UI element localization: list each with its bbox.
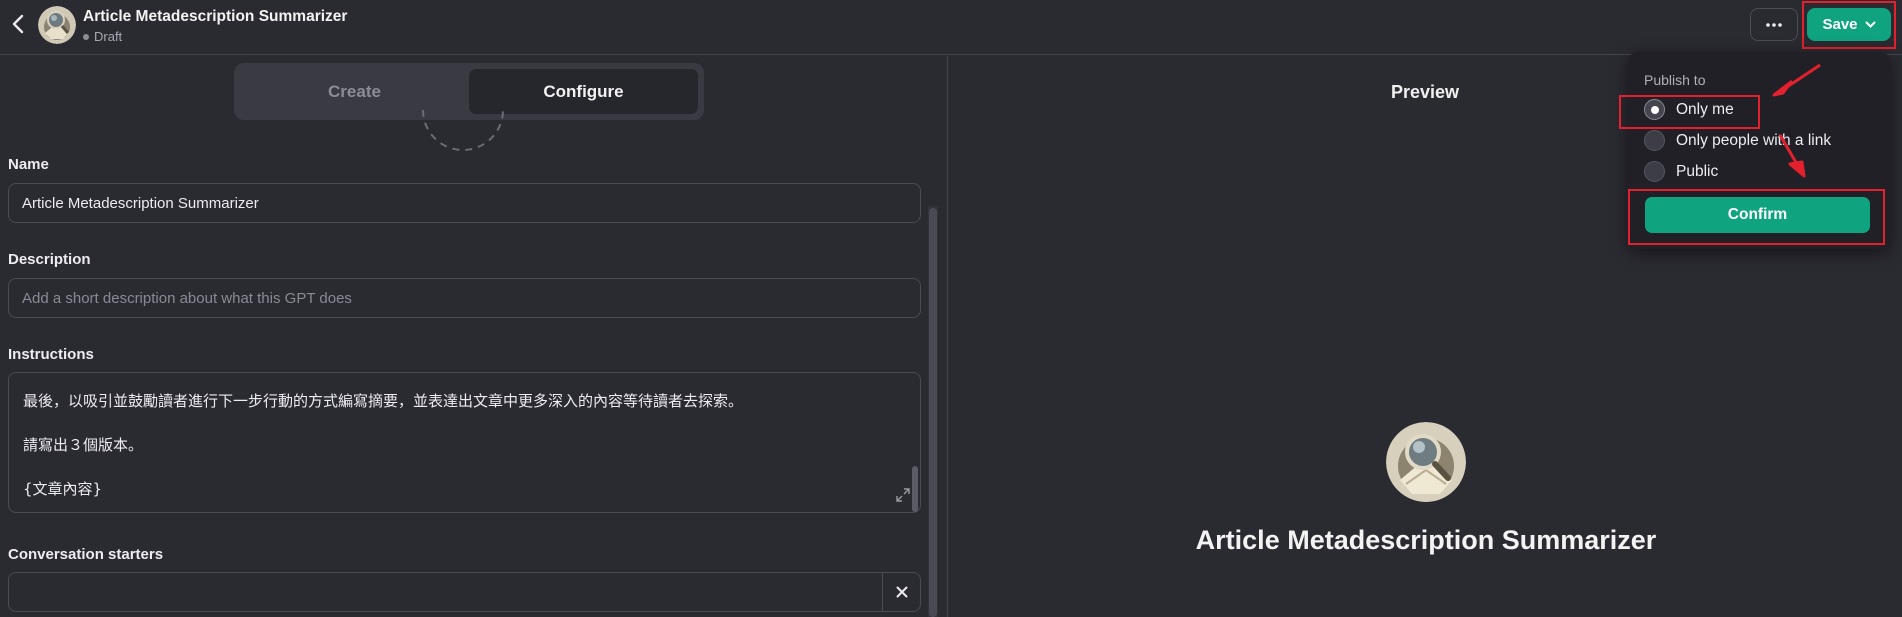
avatar-upload-placeholder[interactable] [420,110,506,156]
close-icon [896,586,907,598]
preview-gpt-name: Article Metadescription Summarizer [1195,525,1657,555]
more-horizontal-icon [1766,22,1782,27]
radio-checked-icon [1644,99,1665,120]
top-bar: Article Metadescription Summarizer Draft… [0,0,1902,55]
publish-option-only-me[interactable]: Only me [1644,99,1734,120]
confirm-button[interactable]: Confirm [1645,197,1870,233]
preview-title: Preview [1390,82,1460,102]
chevron-left-icon [12,14,24,34]
name-label: Name [8,156,49,173]
tab-create[interactable]: Create [240,69,469,114]
publish-option-link[interactable]: Only people with a link [1644,130,1831,151]
description-placeholder: Add a short description about what this … [22,289,352,307]
panel-scrollbar[interactable] [929,208,937,617]
pane-divider [947,56,948,617]
save-label: Save [1822,16,1858,33]
draft-status: Draft [83,29,122,44]
save-button[interactable]: Save [1807,8,1891,41]
instructions-scrollbar[interactable] [912,466,918,512]
publish-menu: Publish to Only me Only people with a li… [1628,52,1890,249]
starter-input[interactable] [8,572,921,612]
option-label: Public [1676,162,1719,180]
more-options-button[interactable] [1750,8,1798,41]
description-input[interactable]: Add a short description about what this … [8,278,921,318]
tab-configure[interactable]: Configure [469,69,698,114]
back-button[interactable] [8,13,28,35]
name-input[interactable]: Article Metadescription Summarizer [8,183,921,223]
option-label: Only people with a link [1676,131,1832,149]
chevron-down-icon [1865,21,1876,28]
instructions-line: 最後，以吸引並鼓勵讀者進行下一步行動的方式編寫摘要，並表達出文章中更多深入的內容… [23,392,744,410]
status-dot-icon [83,33,89,40]
instructions-line: {文章內容} [23,480,103,498]
gpt-title: Article Metadescription Summarizer [83,8,348,25]
publish-option-public[interactable]: Public [1644,161,1718,182]
radio-unchecked-icon [1644,130,1665,151]
starters-label: Conversation starters [8,546,164,563]
description-label: Description [8,251,91,268]
expand-icon[interactable] [895,487,911,503]
radio-unchecked-icon [1644,161,1665,182]
option-label: Only me [1676,100,1734,118]
remove-starter-button[interactable] [882,573,920,611]
publish-heading: Publish to [1644,72,1706,88]
instructions-label: Instructions [8,346,94,363]
instructions-line: 請寫出３個版本。 [23,436,144,454]
gpt-avatar [38,6,76,44]
preview-gpt-avatar [1386,422,1466,502]
instructions-textarea[interactable]: 最後，以吸引並鼓勵讀者進行下一步行動的方式編寫摘要，並表達出文章中更多深入的內容… [8,372,921,513]
name-value: Article Metadescription Summarizer [22,194,259,212]
status-label: Draft [94,29,123,44]
